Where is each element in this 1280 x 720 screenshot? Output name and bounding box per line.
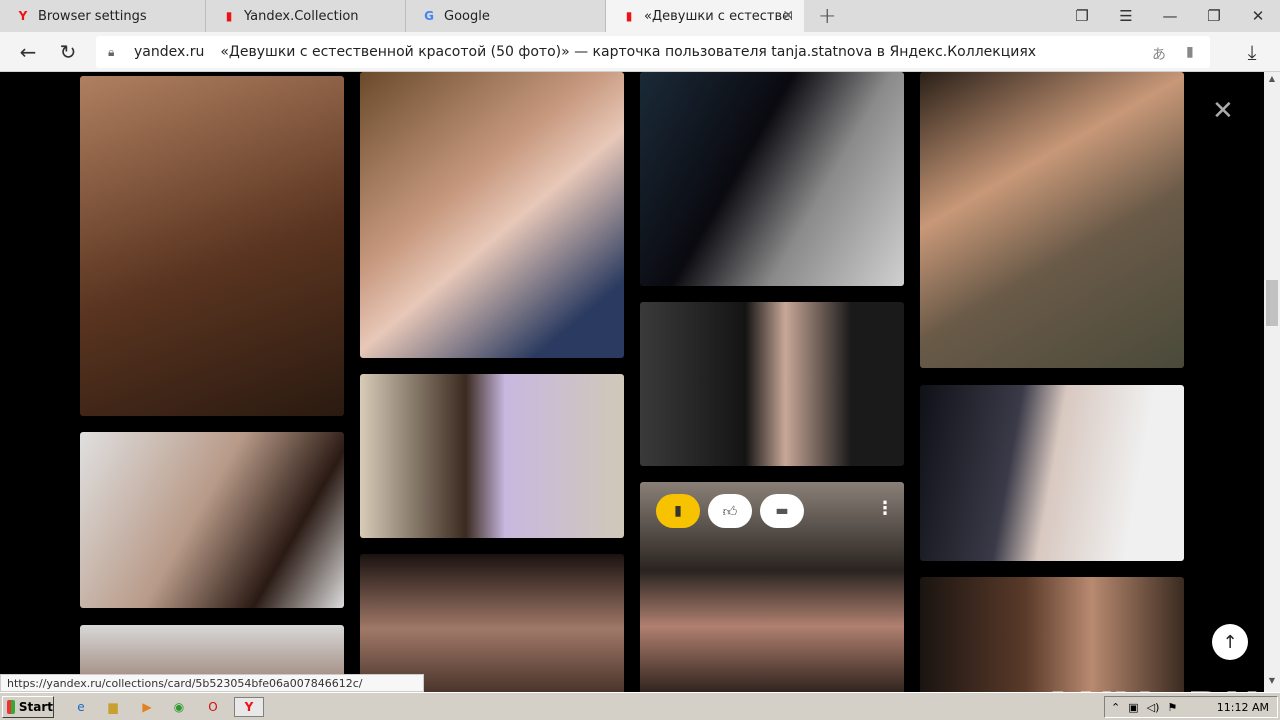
minimize-icon[interactable]: —	[1148, 0, 1192, 32]
tab-google[interactable]: G Google	[406, 0, 606, 32]
lock-icon: 🔒︎	[108, 44, 115, 59]
taskbar: Start e ▆ ▶ ◉ O Y ⌃ ▣ ◁) ⚑ 11:12 AM	[0, 692, 1280, 720]
restore-icon[interactable]: ❐	[1192, 0, 1236, 32]
photo-card[interactable]	[640, 72, 904, 286]
volume-icon[interactable]: ◁)	[1147, 701, 1160, 714]
scroll-up-arrow-icon[interactable]: ▲	[1264, 74, 1280, 88]
photo-image	[920, 385, 1184, 561]
bookmark-icon: ▮	[625, 9, 633, 23]
photo-card[interactable]	[360, 374, 624, 538]
opera-icon[interactable]: O	[202, 697, 224, 717]
bookmark-icon: ▮	[674, 503, 682, 519]
collection-grid: ▮ 👍︎ ▬ ⋮ ✕ ANY▷RUN ↑	[0, 72, 1264, 692]
new-tab-icon[interactable]: +	[818, 4, 836, 29]
tray-expand-icon[interactable]: ⌃	[1111, 701, 1120, 714]
close-overlay-icon[interactable]: ✕	[1212, 96, 1234, 126]
tab-browser-settings[interactable]: Y Browser settings	[0, 0, 206, 32]
photo-card[interactable]	[80, 432, 344, 608]
photo-card[interactable]	[360, 72, 624, 358]
start-label: Start	[18, 700, 53, 714]
windows-logo-icon	[7, 700, 15, 714]
photo-card[interactable]	[920, 72, 1184, 368]
close-window-icon[interactable]: ✕	[1236, 0, 1280, 32]
address-bar: ← ↻ 🔒︎ yandex.ru «Девушки с естественной…	[0, 32, 1280, 72]
chrome-icon[interactable]: ◉	[168, 697, 190, 717]
menu-icon[interactable]: ☰	[1104, 0, 1148, 32]
save-bookmark-button[interactable]: ▮	[656, 494, 700, 528]
photo-card[interactable]	[640, 302, 904, 466]
anyrun-watermark: ANY▷RUN	[1040, 682, 1264, 692]
google-icon: G	[424, 9, 434, 23]
reload-icon[interactable]: ↻	[54, 38, 82, 66]
tab-label: Browser settings	[38, 8, 147, 24]
photo-card[interactable]	[920, 385, 1184, 561]
url-domain: yandex.ru	[134, 44, 205, 60]
tab-yandex-collection[interactable]: ▮ Yandex.Collection	[206, 0, 406, 32]
tab-label: Yandex.Collection	[244, 8, 359, 24]
ie-icon[interactable]: e	[70, 697, 92, 717]
scroll-to-top-button[interactable]: ↑	[1212, 624, 1248, 660]
scrollbar-thumb[interactable]	[1266, 280, 1278, 326]
photo-image	[80, 76, 344, 416]
folder-icon[interactable]: ▆	[102, 697, 124, 717]
status-url: https://yandex.ru/collections/card/5b523…	[0, 674, 424, 692]
close-tab-icon[interactable]: ✕	[782, 8, 794, 24]
photo-image	[640, 302, 904, 466]
network-icon[interactable]: ▣	[1128, 701, 1138, 714]
bookmarks-panel-icon[interactable]: ❐	[1060, 0, 1104, 32]
comment-button[interactable]: ▬	[760, 494, 804, 528]
photo-card[interactable]: ▮ 👍︎ ▬ ⋮	[640, 482, 904, 692]
clock: 11:12 AM	[1216, 701, 1269, 714]
photo-image	[920, 72, 1184, 368]
photo-card[interactable]	[360, 554, 624, 692]
photo-image	[360, 554, 624, 692]
bookmark-icon: ▮	[225, 9, 233, 23]
system-tray: ⌃ ▣ ◁) ⚑ 11:12 AM	[1104, 696, 1278, 718]
flag-icon[interactable]: ⚑	[1167, 701, 1177, 714]
page-title: «Девушки с естественной красотой (50 фот…	[220, 44, 1037, 60]
downloads-icon[interactable]: ⤓	[1238, 38, 1266, 66]
more-options-icon[interactable]: ⋮	[876, 498, 894, 519]
tab-strip: Y Browser settings ▮ Yandex.Collection G…	[0, 0, 1280, 32]
photo-card[interactable]	[920, 577, 1184, 692]
photo-image	[80, 432, 344, 608]
media-player-icon[interactable]: ▶	[136, 697, 158, 717]
photo-image	[360, 374, 624, 538]
photo-image	[920, 577, 1184, 692]
back-arrow-icon[interactable]: ←	[14, 38, 42, 66]
tab-label: «Девушки с естественн	[644, 8, 792, 24]
bookmark-page-icon[interactable]: ▮	[1186, 44, 1194, 60]
url-field[interactable]: 🔒︎ yandex.ru «Девушки с естественной кра…	[96, 36, 1210, 68]
yandex-icon: Y	[18, 9, 28, 23]
thumbs-up-icon: 👍︎	[722, 503, 738, 520]
photo-card[interactable]	[80, 76, 344, 416]
scroll-down-arrow-icon[interactable]: ▼	[1264, 676, 1280, 690]
yandex-browser-taskbar-icon[interactable]: Y	[234, 697, 264, 717]
arrow-up-icon: ↑	[1222, 631, 1238, 653]
comment-icon: ▬	[775, 503, 789, 519]
start-button[interactable]: Start	[2, 696, 54, 718]
tab-active-collection[interactable]: ▮ «Девушки с естественн ✕	[606, 0, 804, 32]
photo-image	[360, 72, 624, 358]
translate-icon[interactable]: あ	[1152, 44, 1166, 64]
like-button[interactable]: 👍︎	[708, 494, 752, 528]
tab-label: Google	[444, 8, 490, 24]
photo-image	[640, 72, 904, 286]
vertical-scrollbar[interactable]: ▲ ▼	[1264, 72, 1280, 692]
